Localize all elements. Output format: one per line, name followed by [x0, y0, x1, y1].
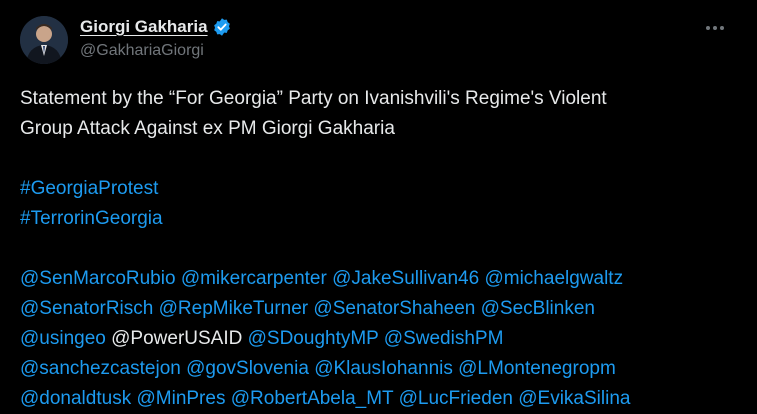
mention-link[interactable]: @mikercarpenter — [181, 268, 327, 289]
author-name-row: Giorgi Gakharia — [80, 15, 232, 39]
mention-row: @SenMarcoRubio @mikercarpenter @JakeSull… — [20, 264, 740, 294]
statement-line: Group Attack Against ex PM Giorgi Gakhar… — [20, 118, 395, 139]
more-options-icon[interactable] — [700, 18, 730, 38]
mention-link[interactable]: @MinPres — [136, 388, 225, 409]
hashtag-link[interactable]: #TerrorinGeorgia — [20, 208, 163, 229]
author-handle[interactable]: @GakhariaGiorgi — [80, 42, 204, 60]
mention-link[interactable]: @JakeSullivan46 — [332, 268, 479, 289]
mention-row: @usingeo @PowerUSAID @SDoughtyMP @Swedis… — [20, 324, 740, 354]
mention-link[interactable]: @EvikaSilina — [518, 388, 630, 409]
statement-line: Statement by the “For Georgia” Party on … — [20, 88, 607, 109]
mention-text: @PowerUSAID — [111, 328, 243, 349]
tweet-text: Statement by the “For Georgia” Party on … — [20, 84, 740, 414]
mention-link[interactable]: @SenatorRisch — [20, 298, 153, 319]
mention-link[interactable]: @LucFrieden — [399, 388, 513, 409]
mention-row: @donaldtusk @MinPres @RobertAbela_MT @Lu… — [20, 384, 740, 414]
mention-link[interactable]: @SwedishPM — [384, 328, 504, 349]
mention-link[interactable]: @donaldtusk — [20, 388, 131, 409]
mention-link[interactable]: @sanchezcastejon — [20, 358, 181, 379]
mention-link[interactable]: @SenMarcoRubio — [20, 268, 176, 289]
tweet-card: Giorgi Gakharia @GakhariaGiorgi Statemen… — [0, 0, 757, 414]
mention-link[interactable]: @govSlovenia — [186, 358, 309, 379]
verified-badge-icon — [212, 17, 232, 37]
mention-row: @SenatorRisch @RepMikeTurner @SenatorSha… — [20, 294, 740, 324]
avatar[interactable] — [20, 16, 68, 64]
hashtag-link[interactable]: #GeorgiaProtest — [20, 178, 158, 199]
mention-link[interactable]: @usingeo — [20, 328, 106, 349]
mention-link[interactable]: @KlausIohannis — [314, 358, 453, 379]
mention-row: @sanchezcastejon @govSlovenia @KlausIoha… — [20, 354, 740, 384]
mention-link[interactable]: @SDoughtyMP — [248, 328, 379, 349]
mention-link[interactable]: @RepMikeTurner — [159, 298, 309, 319]
mention-link[interactable]: @SenatorShaheen — [313, 298, 475, 319]
author-display-name[interactable]: Giorgi Gakharia — [80, 17, 208, 37]
mention-link[interactable]: @michaelgwaltz — [484, 268, 623, 289]
mention-link[interactable]: @LMontenegropm — [458, 358, 616, 379]
mention-link[interactable]: @SecBlinken — [481, 298, 595, 319]
mention-link[interactable]: @RobertAbela_MT — [231, 388, 394, 409]
